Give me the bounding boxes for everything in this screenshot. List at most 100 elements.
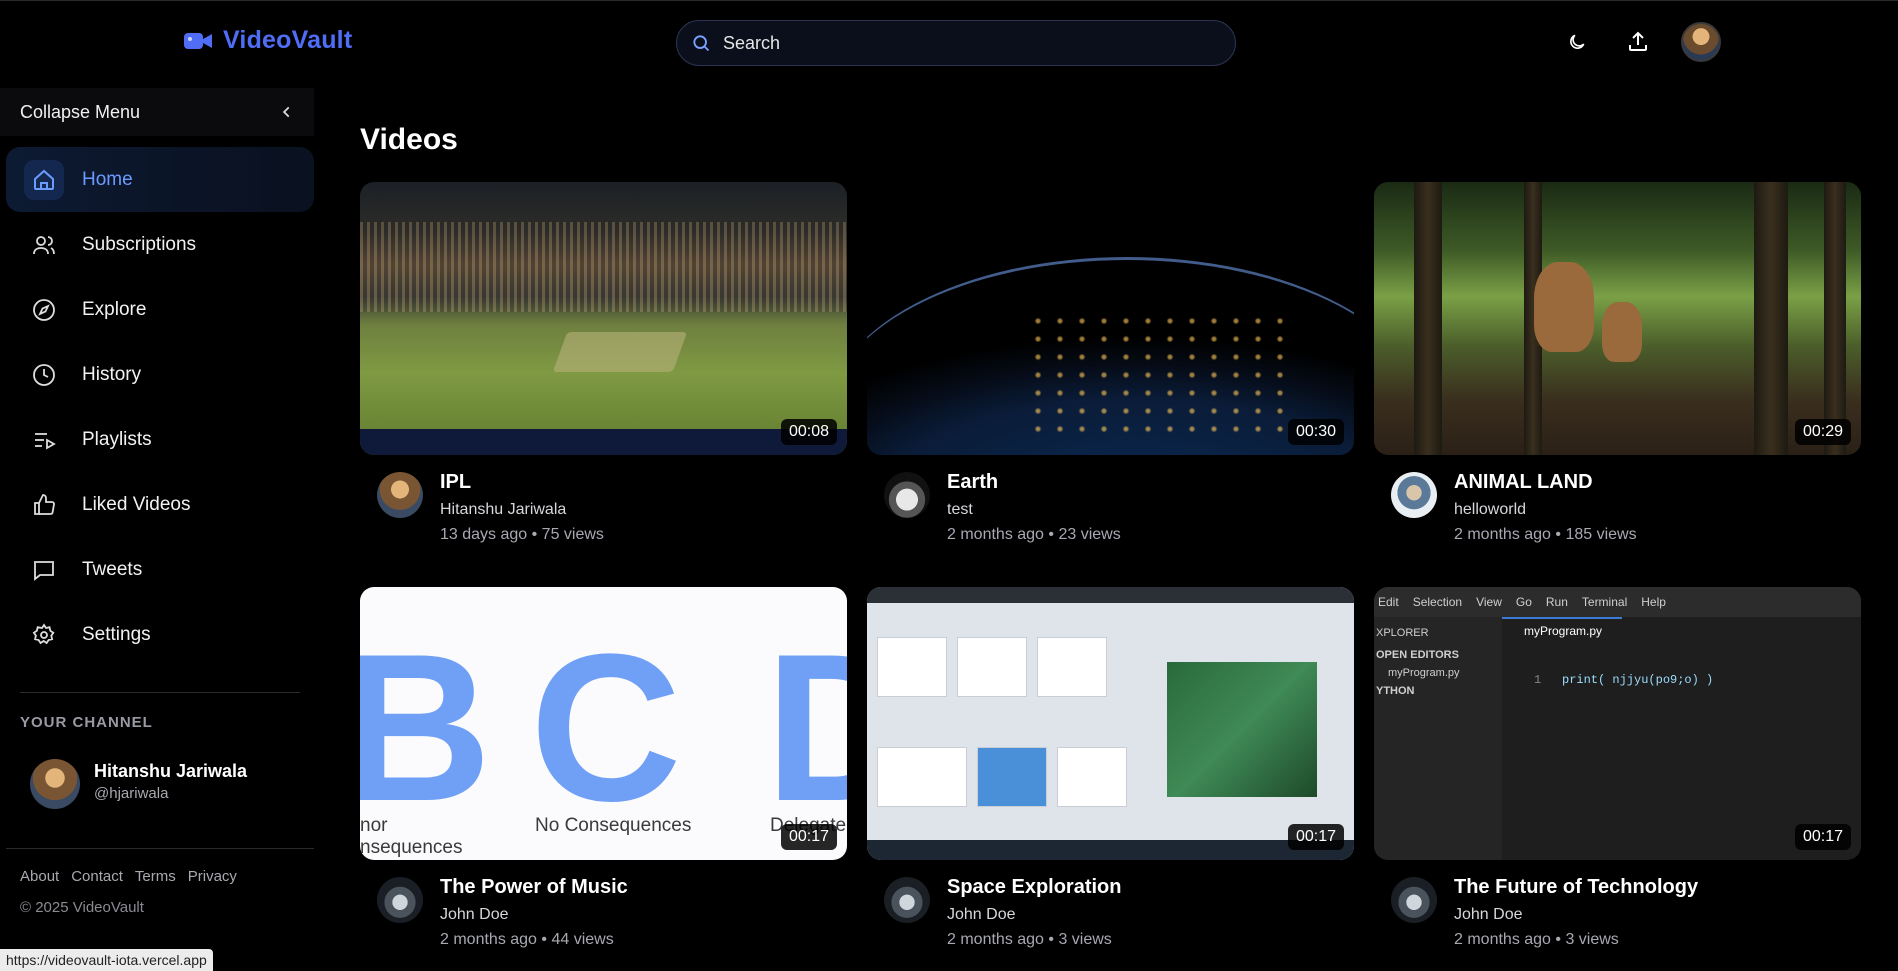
video-card[interactable]: 00:29 ANIMAL LAND helloworld 2 months ag… <box>1374 182 1861 587</box>
sidebar-item-label: Playlists <box>82 428 152 450</box>
tree-art <box>1414 182 1442 455</box>
owner-avatar[interactable] <box>377 472 423 518</box>
channel-name[interactable]: Hitanshu Jariwala <box>94 761 247 782</box>
editor-tab-art: myProgram.py <box>1502 617 1622 643</box>
video-title[interactable]: The Future of Technology <box>1454 876 1698 899</box>
sidebar-item-liked-videos[interactable]: Liked Videos <box>0 472 320 537</box>
sidebar-item-settings[interactable]: Settings <box>0 602 320 667</box>
sidebar-item-playlists[interactable]: Playlists <box>0 407 320 472</box>
result-tile-art <box>877 637 947 697</box>
user-avatar[interactable] <box>1681 22 1721 62</box>
video-thumbnail[interactable]: 00:08 <box>360 182 847 455</box>
code-line-number: 1 <box>1534 673 1542 687</box>
copyright: © 2025 VideoVault <box>20 899 144 916</box>
editor-menubar-art: Edit Selection View Go Run Terminal Help <box>1374 587 1861 617</box>
your-channel-heading: YOUR CHANNEL <box>20 714 153 731</box>
video-card[interactable]: 00:30 Earth test 2 months ago • 23 views <box>867 182 1354 587</box>
video-owner[interactable]: Hitanshu Jariwala <box>440 501 566 519</box>
video-thumbnail[interactable]: 00:30 <box>867 182 1354 455</box>
brand-name: VideoVault <box>223 26 353 54</box>
video-title[interactable]: The Power of Music <box>440 876 628 899</box>
video-logo-icon <box>184 32 212 49</box>
owner-avatar[interactable] <box>1391 472 1437 518</box>
video-title[interactable]: IPL <box>440 471 471 494</box>
footer-link-about[interactable]: About <box>20 868 59 885</box>
video-owner[interactable]: test <box>947 501 973 519</box>
search-bar[interactable] <box>676 20 1236 66</box>
upload-button[interactable] <box>1621 25 1655 59</box>
taskbar-art <box>867 840 1354 860</box>
owner-avatar[interactable] <box>377 877 423 923</box>
sidebar-item-history[interactable]: History <box>0 342 320 407</box>
sidebar-item-home[interactable]: Home <box>6 147 314 212</box>
video-duration: 00:17 <box>1794 824 1851 850</box>
video-thumbnail[interactable]: 00:29 <box>1374 182 1861 455</box>
stadium-stand-art <box>360 222 847 312</box>
search-icon <box>693 35 710 52</box>
video-title[interactable]: Earth <box>947 471 998 494</box>
video-thumbnail[interactable]: 00:17 <box>867 587 1354 860</box>
video-duration: 00:17 <box>1287 824 1344 850</box>
video-card[interactable]: B C D nor nsequences No Consequences Del… <box>360 587 847 971</box>
sidebar-item-tweets[interactable]: Tweets <box>0 537 320 602</box>
video-meta: Space Exploration John Doe 2 months ago … <box>867 860 1354 971</box>
video-thumbnail[interactable]: Edit Selection View Go Run Terminal Help… <box>1374 587 1861 860</box>
video-owner[interactable]: John Doe <box>440 906 509 924</box>
preview-image-art <box>1167 662 1317 797</box>
sidebar-item-label: Subscriptions <box>82 233 197 255</box>
tree-art <box>1754 182 1788 455</box>
city-lights-art <box>1027 312 1287 432</box>
sidebar-divider <box>6 848 314 849</box>
owner-avatar[interactable] <box>884 472 930 518</box>
video-owner[interactable]: John Doe <box>947 906 1016 924</box>
owner-avatar[interactable] <box>1391 877 1437 923</box>
thumb-caption: No Consequences <box>535 815 692 836</box>
deer-art <box>1534 262 1594 352</box>
video-thumbnail[interactable]: B C D nor nsequences No Consequences Del… <box>360 587 847 860</box>
message-icon <box>24 550 64 590</box>
video-stats: 2 months ago • 185 views <box>1454 526 1637 543</box>
browser-status-url: https://videovault-iota.vercel.app <box>0 949 213 971</box>
video-owner[interactable]: helloworld <box>1454 501 1526 519</box>
channel-avatar[interactable] <box>30 759 80 809</box>
code-line: print( njjyu(po9;o) ) <box>1562 673 1714 687</box>
video-duration: 00:17 <box>780 824 837 850</box>
compass-icon <box>24 290 64 330</box>
collapse-menu-button[interactable]: Collapse Menu <box>0 88 314 136</box>
thumb-letter: B <box>360 610 492 845</box>
thumb-letter: C <box>530 610 682 845</box>
clock-icon <box>24 355 64 395</box>
footer-link-privacy[interactable]: Privacy <box>188 868 237 885</box>
tree-art <box>1824 182 1846 455</box>
video-card[interactable]: 00:08 IPL Hitanshu Jariwala 13 days ago … <box>360 182 847 587</box>
scoreboard-art <box>360 429 847 455</box>
theme-toggle-button[interactable] <box>1560 25 1594 59</box>
page-title: Videos <box>360 123 458 156</box>
moon-icon <box>1570 34 1585 49</box>
video-card[interactable]: Edit Selection View Go Run Terminal Help… <box>1374 587 1861 971</box>
thumb-caption: nor <box>360 815 388 836</box>
owner-avatar[interactable] <box>884 877 930 923</box>
collapse-menu-label: Collapse Menu <box>20 101 141 122</box>
footer-link-terms[interactable]: Terms <box>135 868 176 885</box>
thumb-caption: nsequences <box>360 837 463 858</box>
upload-icon <box>1629 31 1647 51</box>
search-input[interactable] <box>723 32 1203 54</box>
video-owner[interactable]: John Doe <box>1454 906 1523 924</box>
video-card[interactable]: 00:17 Space Exploration John Doe 2 month… <box>867 587 1354 971</box>
video-meta: The Power of Music John Doe 2 months ago… <box>360 860 847 971</box>
video-title[interactable]: ANIMAL LAND <box>1454 471 1593 494</box>
fawn-art <box>1602 302 1642 362</box>
home-icon <box>24 159 64 200</box>
sidebar-item-explore[interactable]: Explore <box>0 277 320 342</box>
footer-link-contact[interactable]: Contact <box>71 868 123 885</box>
sidebar-nav: Home Subscriptions Explore History Playl… <box>0 147 320 667</box>
sidebar-item-subscriptions[interactable]: Subscriptions <box>0 212 320 277</box>
video-title[interactable]: Space Exploration <box>947 876 1122 899</box>
brand-logo[interactable]: VideoVault <box>183 26 352 55</box>
sidebar-item-label: Liked Videos <box>82 493 191 515</box>
chevron-left-icon <box>282 106 290 118</box>
users-icon <box>24 225 64 265</box>
video-stats: 13 days ago • 75 views <box>440 526 604 543</box>
video-meta: The Future of Technology John Doe 2 mont… <box>1374 860 1861 971</box>
